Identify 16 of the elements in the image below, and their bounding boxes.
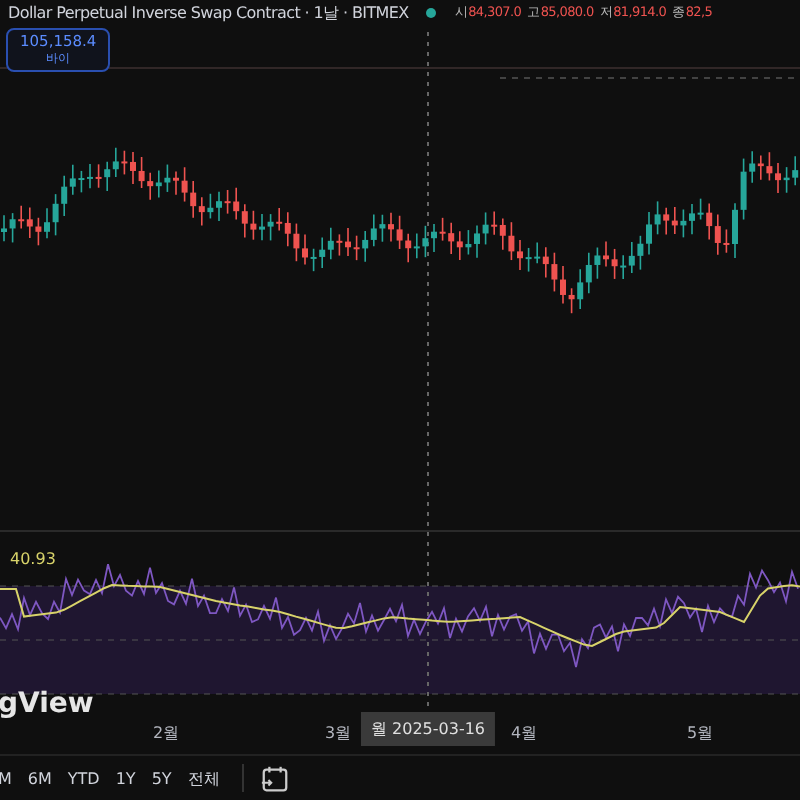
logo-text: gView	[0, 687, 94, 720]
time-axis-label: 5월	[686, 722, 714, 745]
range-button[interactable]: M	[0, 765, 18, 792]
time-axis-label: 2월	[152, 722, 180, 745]
range-button[interactable]: YTD	[61, 765, 106, 792]
time-axis-label: 3월	[324, 722, 352, 745]
range-button[interactable]: 6M	[21, 765, 58, 792]
status-dot-icon	[426, 7, 437, 17]
range-button[interactable]: 5Y	[145, 765, 178, 792]
range-button[interactable]: 1Y	[109, 765, 142, 792]
range-button[interactable]: 전체	[181, 763, 226, 794]
symbol-title: Dollar Perpetual Inverse Swap Contract · 1날 · BITMEX	[8, 1, 409, 23]
time-axis-label: 4월	[510, 722, 538, 745]
crosshair-date-label: 월 2025-03-16	[360, 712, 496, 747]
calendar-icon[interactable]	[259, 763, 290, 794]
rsi-value: 40.93	[10, 549, 56, 568]
